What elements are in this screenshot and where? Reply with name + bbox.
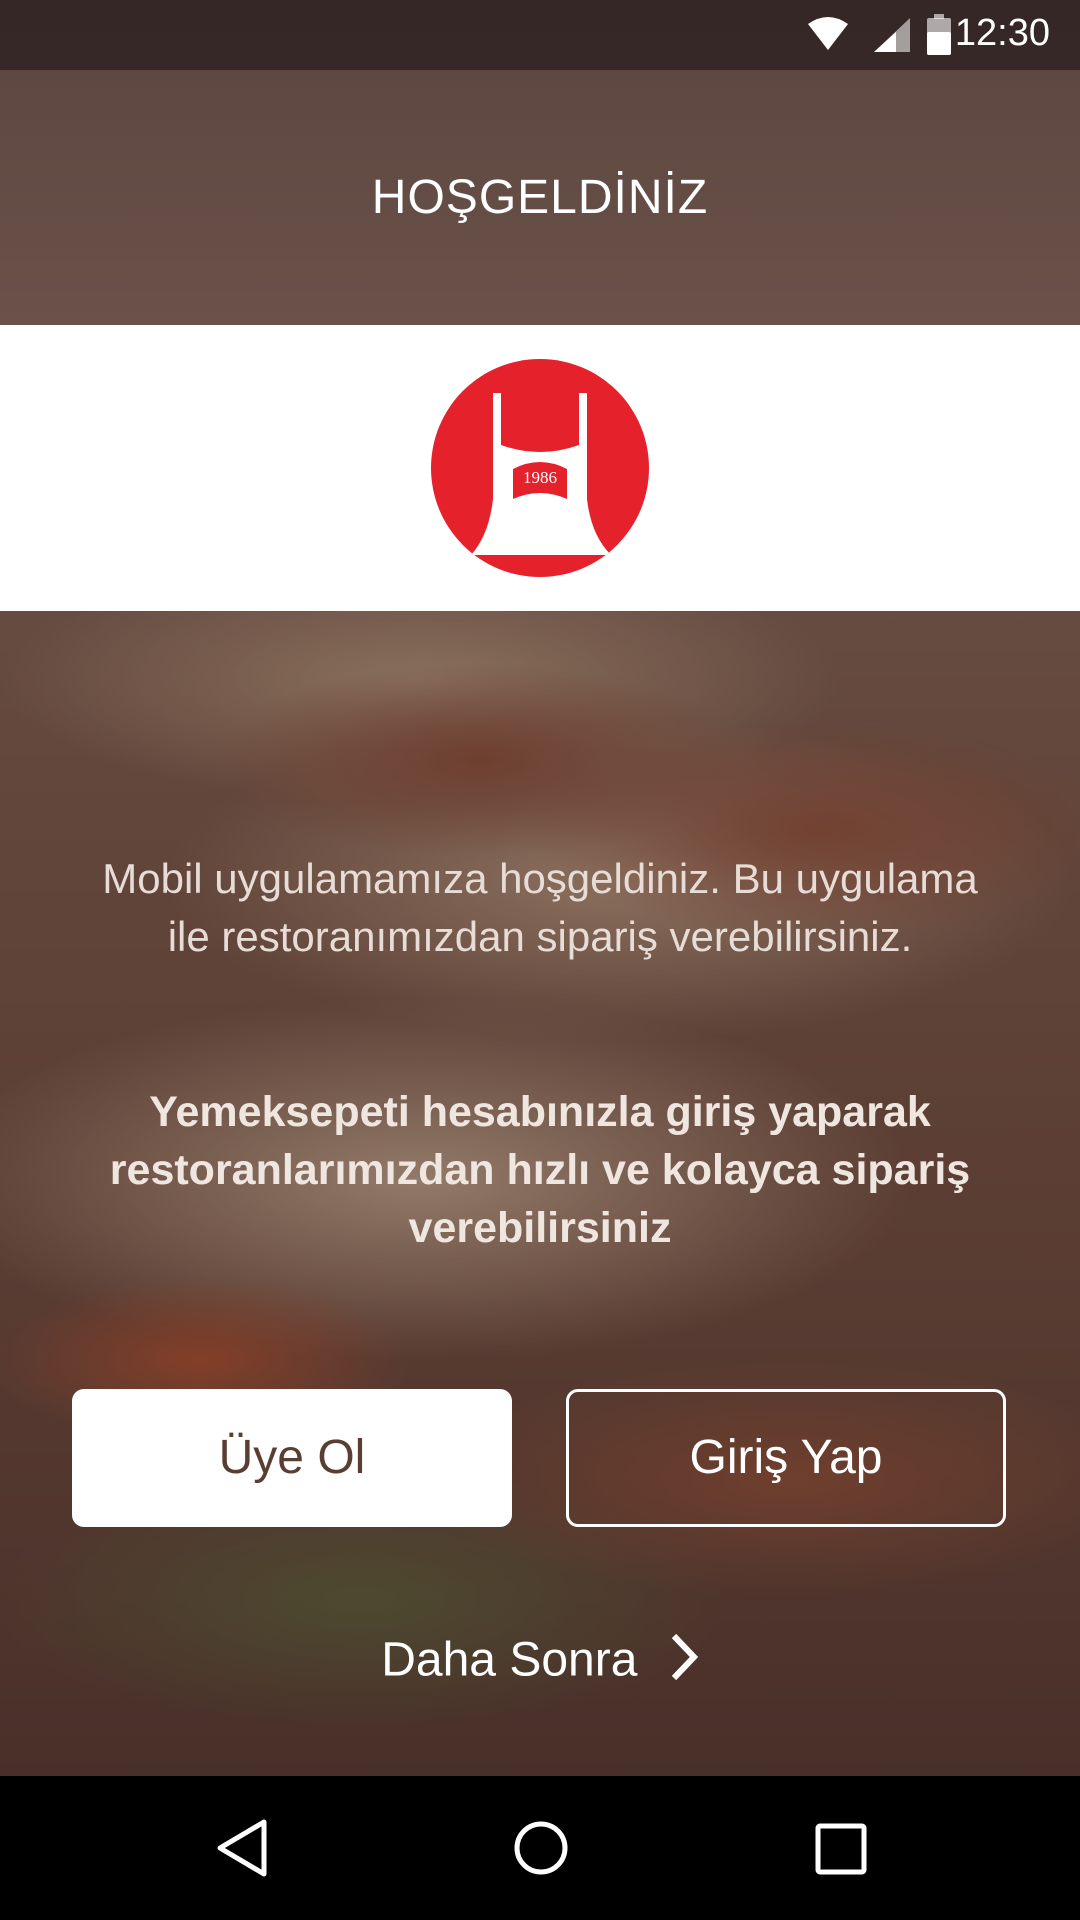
later-button[interactable]: Daha Sonra	[0, 1632, 1080, 1694]
login-button[interactable]: Giriş Yap	[566, 1389, 1006, 1527]
back-icon[interactable]	[214, 1818, 270, 1882]
register-button[interactable]: Üye Ol	[72, 1389, 512, 1527]
logo-band: 1986	[0, 325, 1080, 611]
wifi-icon	[806, 16, 850, 56]
home-icon[interactable]	[512, 1818, 570, 1882]
status-time: 12:30	[954, 12, 1050, 54]
intro-bold-text: Yemeksepeti hesabınızla giriş yaparak re…	[109, 1088, 971, 1252]
logo-year: 1986	[523, 468, 557, 487]
recent-apps-icon[interactable]	[814, 1818, 868, 1882]
page-title: HOŞGELDİNİZ	[371, 171, 709, 224]
chevron-right-icon	[669, 1632, 699, 1694]
battery-icon	[926, 14, 952, 60]
signal-icon	[872, 16, 912, 58]
restaurant-logo: 1986	[431, 359, 649, 577]
navigation-bar	[0, 1776, 1080, 1920]
status-bar: 12:30	[0, 0, 1080, 70]
later-label: Daha Sonra	[381, 1633, 638, 1687]
intro-text: Mobil uygulamamıza hoşgeldiniz. Bu uygul…	[102, 855, 978, 960]
